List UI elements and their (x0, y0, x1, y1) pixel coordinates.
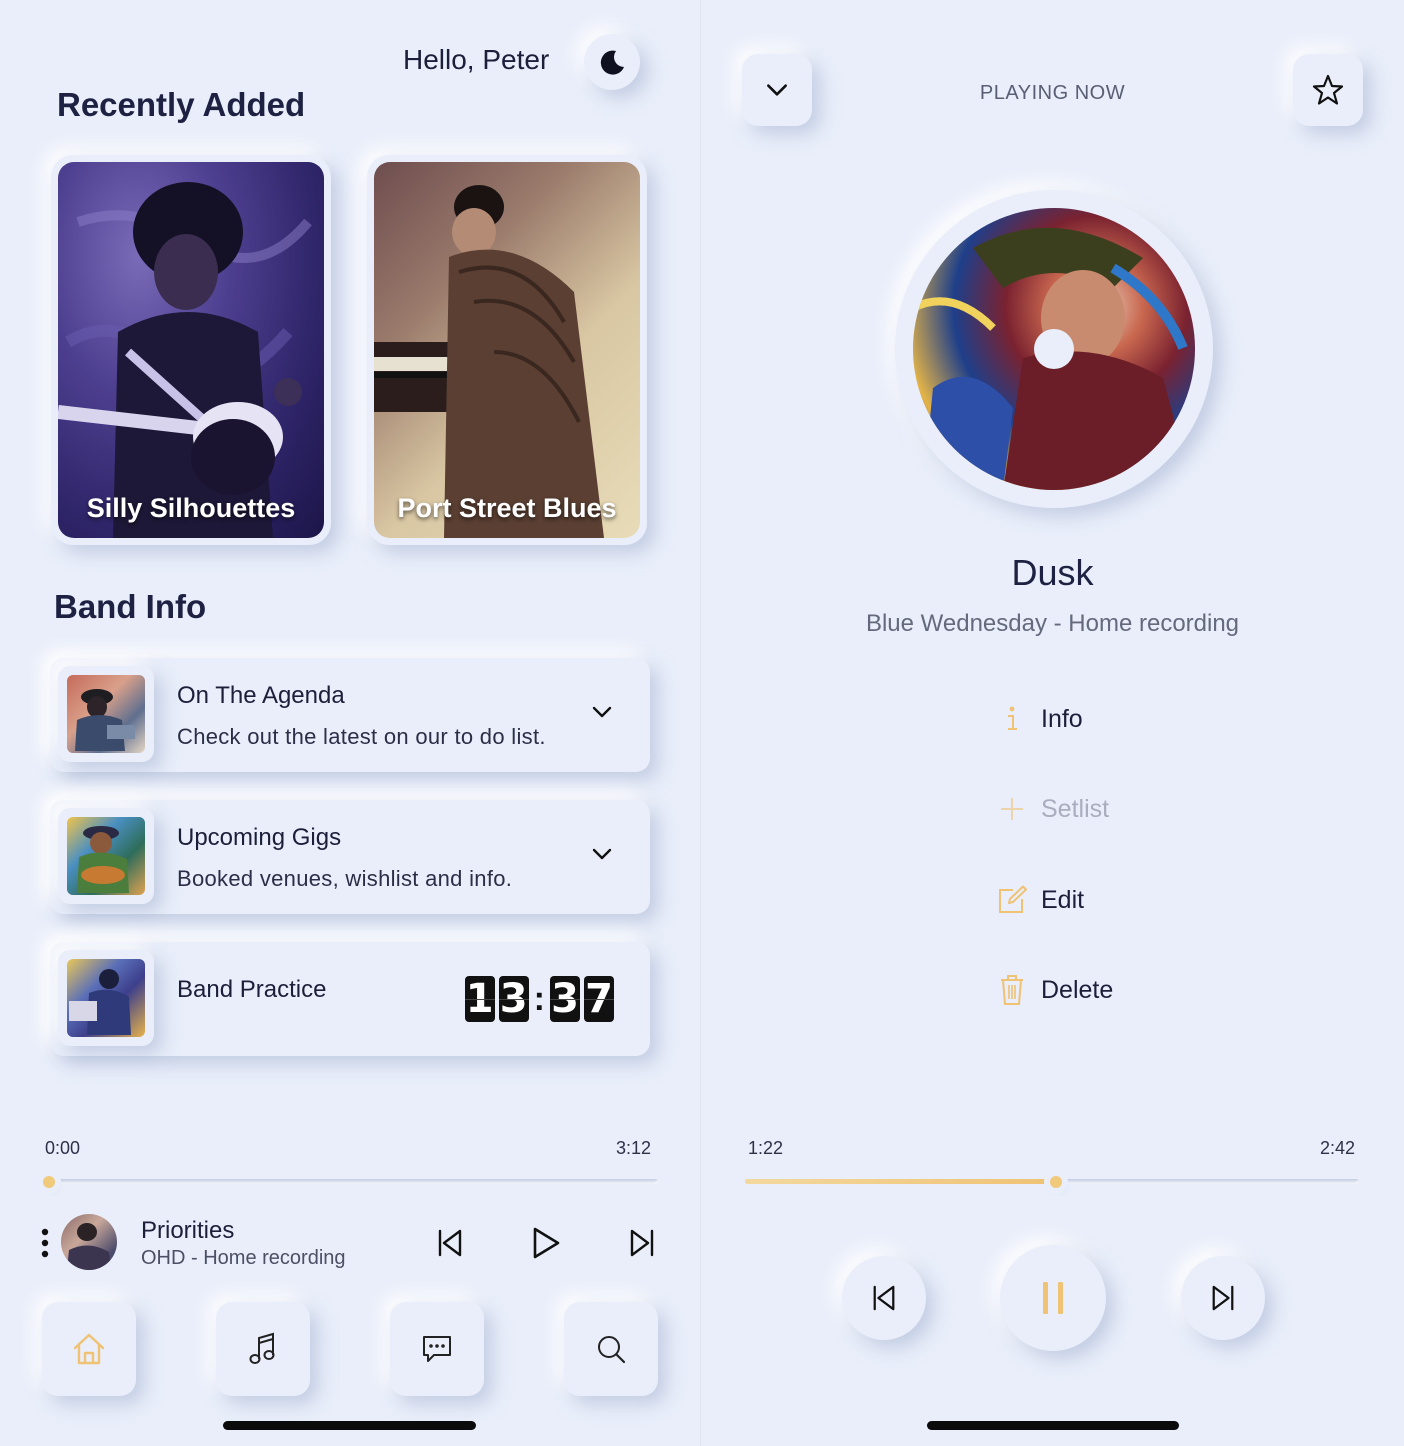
album-disc (895, 190, 1213, 508)
tab-search[interactable] (564, 1302, 658, 1396)
skip-back-icon (873, 1285, 895, 1311)
thumbnail-frame (58, 950, 154, 1046)
album-art (913, 208, 1195, 490)
clock-separator: : (533, 979, 545, 1018)
home-screen: Hello, Peter Recently Added Silly Silhou… (0, 0, 700, 1446)
disc-center-hole (1034, 329, 1074, 369)
agenda-card[interactable]: On The Agenda Check out the latest on ou… (50, 658, 650, 772)
music-note-icon (249, 1332, 275, 1364)
song-title: Dusk (1011, 552, 1094, 593)
chat-icon (423, 1336, 451, 1362)
album-card-silly-silhouettes[interactable]: Silly Silhouettes (51, 155, 331, 545)
gigs-card[interactable]: Upcoming Gigs Booked venues, wishlist an… (50, 800, 650, 914)
menu-label: Setlist (1041, 794, 1110, 823)
total-time: 3:12 (616, 1138, 652, 1158)
menu-delete[interactable]: Delete (997, 975, 1113, 1005)
band-practice-thumbnail (67, 959, 145, 1037)
plus-icon (997, 794, 1027, 824)
album-cover-image: Silly Silhouettes (58, 162, 324, 538)
band-practice-card[interactable]: Band Practice 1 3 : 3 7 (50, 942, 650, 1056)
guitarist-illustration (58, 182, 312, 538)
song-subtitle: Blue Wednesday - Home recording (865, 610, 1240, 637)
clock-digit: 7 (584, 976, 614, 1022)
skip-back-icon (438, 1229, 462, 1257)
next-button[interactable] (1181, 1256, 1265, 1340)
card-title: On The Agenda (177, 682, 345, 709)
album-card-port-street-blues[interactable]: Port Street Blues (367, 155, 647, 545)
clock-digit: 3 (550, 976, 580, 1022)
progress-track[interactable] (48, 1179, 658, 1184)
chevron-down-icon[interactable] (590, 842, 614, 866)
skip-forward-icon (630, 1229, 654, 1257)
progress-thumb[interactable] (43, 1176, 55, 1188)
pause-icon (1043, 1282, 1063, 1314)
band-info-heading: Band Info (54, 588, 207, 625)
tab-chat[interactable] (390, 1302, 484, 1396)
now-playing-subtitle: OHD - Home recording (141, 1247, 346, 1269)
progress-fill (745, 1179, 1056, 1184)
more-options-icon[interactable] (40, 1228, 50, 1258)
clock-digit: 3 (498, 976, 529, 1022)
edit-icon (997, 885, 1027, 915)
tab-music[interactable] (216, 1302, 310, 1396)
pause-button[interactable] (1000, 1245, 1106, 1351)
now-playing-title: Priorities (141, 1217, 235, 1244)
home-icon (73, 1333, 105, 1365)
home-indicator (223, 1421, 476, 1430)
now-playing-avatar (61, 1214, 117, 1270)
card-title: Band Practice (177, 976, 327, 1003)
total-time: 2:42 (1320, 1138, 1356, 1158)
card-subtitle: Booked venues, wishlist and info. (177, 866, 513, 891)
menu-label: Info (1041, 704, 1083, 733)
card-title: Upcoming Gigs (177, 824, 342, 851)
menu-info[interactable]: Info (997, 704, 1083, 734)
elapsed-time: 0:00 (45, 1138, 81, 1158)
tab-home[interactable] (42, 1302, 136, 1396)
card-subtitle: Check out the latest on our to do list. (177, 724, 546, 749)
now-playing-screen: PLAYING NOW Dusk Blue Wednesday - Home r… (700, 0, 1404, 1446)
greeting-text: Hello, Peter (403, 44, 550, 75)
previous-button[interactable] (430, 1223, 470, 1263)
flip-clock: 1 3 : 3 7 (464, 976, 614, 1022)
recently-added-heading: Recently Added (57, 86, 306, 123)
previous-button[interactable] (842, 1256, 926, 1340)
star-icon (1312, 74, 1344, 105)
search-icon (598, 1336, 626, 1364)
skip-forward-icon (1212, 1285, 1234, 1311)
album-title: Silly Silhouettes (86, 493, 296, 523)
album-cover-image: Port Street Blues (374, 162, 640, 538)
chevron-down-icon[interactable] (590, 700, 614, 724)
moon-icon (600, 50, 624, 75)
menu-label: Edit (1041, 885, 1085, 914)
album-title: Port Street Blues (397, 493, 617, 523)
home-indicator (927, 1421, 1179, 1430)
clock-digit: 1 (464, 976, 495, 1022)
play-icon (533, 1227, 560, 1259)
agenda-thumbnail (67, 675, 145, 753)
trash-icon (997, 975, 1027, 1005)
menu-setlist[interactable]: Setlist (997, 794, 1109, 824)
thumbnail-frame (58, 808, 154, 904)
thumbnail-frame (58, 666, 154, 762)
menu-edit[interactable]: Edit (997, 885, 1084, 915)
info-icon (997, 704, 1027, 734)
favorite-button[interactable] (1293, 54, 1363, 126)
progress-thumb[interactable] (1049, 1176, 1062, 1188)
menu-label: Delete (1041, 975, 1114, 1004)
dark-mode-toggle[interactable] (584, 34, 640, 90)
gigs-thumbnail (67, 817, 145, 895)
next-button[interactable] (622, 1223, 662, 1263)
play-button[interactable] (524, 1221, 568, 1265)
elapsed-time: 1:22 (748, 1138, 784, 1158)
pianist-illustration (374, 185, 604, 538)
